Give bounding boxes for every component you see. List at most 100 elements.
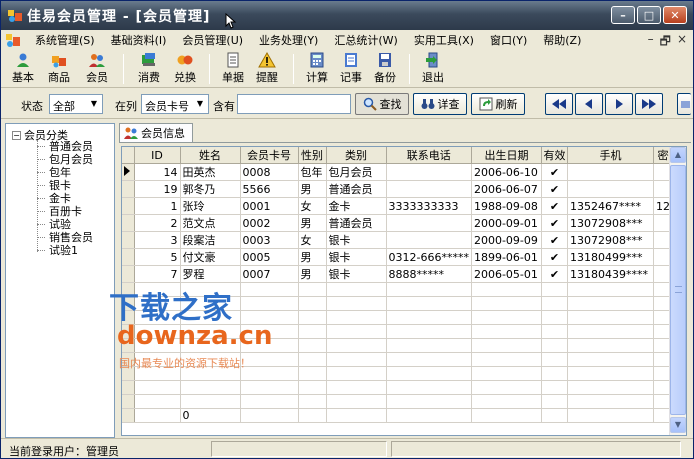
column-header[interactable]: 类别	[326, 147, 387, 164]
table-cell[interactable]	[386, 163, 472, 181]
find-button[interactable]: 查找	[355, 93, 409, 115]
table-cell[interactable]: 男	[298, 214, 327, 232]
next-record-button[interactable]	[605, 93, 633, 115]
search-input[interactable]	[237, 94, 351, 114]
table-cell[interactable]	[386, 180, 472, 198]
menu-business[interactable]: 业务处理(Y)	[251, 32, 326, 48]
table-cell[interactable]: 男	[298, 248, 327, 266]
tree-item[interactable]: 试验1	[37, 242, 78, 258]
table-row[interactable]: 3 段案洁 0003 女银卡 2000-09-09 ✔ 13072908***	[122, 231, 684, 249]
table-row[interactable]: 5 付文豪 0005 男银卡 0312-666***** 1899-06-01 ✔ 13180…	[122, 248, 684, 266]
table-cell[interactable]: 0312-666*****	[386, 248, 472, 266]
table-cell[interactable]: 罗程	[180, 265, 241, 283]
menu-system[interactable]: 系统管理(S)	[27, 32, 103, 48]
table-row[interactable]: 19 郭冬乃 5566 男普通会员 2006-06-07 ✔	[122, 180, 684, 198]
toolbar-notes-button[interactable]: 记事	[333, 52, 369, 86]
table-cell[interactable]: 段案洁	[180, 231, 241, 249]
table-cell[interactable]: 范文点	[180, 214, 241, 232]
table-cell[interactable]: 5566	[240, 180, 299, 198]
row-indicator[interactable]	[122, 265, 135, 283]
table-cell[interactable]: 田英杰	[180, 163, 241, 181]
table-cell[interactable]: 普通会员	[326, 214, 387, 232]
table-cell[interactable]: 13180499***	[567, 248, 654, 266]
table-cell[interactable]: 13180439****	[567, 265, 654, 283]
table-cell[interactable]: 0007	[240, 265, 299, 283]
table-cell[interactable]	[567, 163, 654, 181]
previous-record-button[interactable]	[575, 93, 603, 115]
valid-checkbox[interactable]: ✔	[541, 265, 568, 283]
scroll-down-icon[interactable]: ▼	[670, 417, 686, 433]
table-cell[interactable]: 1352467****	[567, 197, 654, 215]
collapse-toggle[interactable]: −	[12, 130, 21, 140]
toolbar-calculator-button[interactable]: 计算	[299, 52, 335, 86]
last-record-button[interactable]	[635, 93, 663, 115]
table-cell[interactable]: 包年	[298, 163, 327, 181]
table-row[interactable]: 7 罗程 0007 男银卡 8888***** 2006-05-01 ✔ 13180439**…	[122, 265, 684, 283]
column-select[interactable]: 会员卡号 ▼	[141, 94, 209, 114]
table-cell[interactable]: 男	[298, 180, 327, 198]
table-cell[interactable]: 2006-06-07	[471, 180, 542, 198]
menu-window[interactable]: 窗口(Y)	[482, 32, 535, 48]
table-cell[interactable]: 1	[134, 197, 181, 215]
table-cell[interactable]: 包月会员	[326, 163, 387, 181]
table-cell[interactable]: 0002	[240, 214, 299, 232]
row-indicator[interactable]	[122, 163, 135, 181]
table-cell[interactable]: 1988-09-08	[471, 197, 542, 215]
table-cell[interactable]: 2000-09-01	[471, 214, 542, 232]
valid-checkbox[interactable]: ✔	[541, 180, 568, 198]
scroll-up-icon[interactable]: ▲	[670, 147, 686, 163]
row-indicator[interactable]	[122, 248, 135, 266]
toolbar-consume-button[interactable]: 消费	[131, 52, 167, 86]
table-cell[interactable]: 14	[134, 163, 181, 181]
vertical-scrollbar[interactable]: ▲ ▼	[669, 147, 686, 435]
table-row[interactable]: 1 张玲 0001 女金卡 3333333333 1988-09-08 ✔ 1352467**…	[122, 197, 684, 215]
table-cell[interactable]: 8888*****	[386, 265, 472, 283]
valid-checkbox[interactable]: ✔	[541, 248, 568, 266]
table-cell[interactable]: 银卡	[326, 231, 387, 249]
row-indicator[interactable]	[122, 214, 135, 232]
toolbar-backup-button[interactable]: 备份	[367, 52, 403, 86]
table-cell[interactable]: 2	[134, 214, 181, 232]
table-cell[interactable]	[386, 214, 472, 232]
table-cell[interactable]: 女	[298, 197, 327, 215]
first-record-button[interactable]	[545, 93, 573, 115]
maximize-button[interactable]: □	[637, 6, 661, 24]
toolbar-reminder-button[interactable]: 提醒	[249, 52, 285, 86]
column-header[interactable]: 会员卡号	[240, 147, 299, 164]
valid-checkbox[interactable]: ✔	[541, 214, 568, 232]
table-cell[interactable]: 男	[298, 265, 327, 283]
column-header[interactable]: 性别	[298, 147, 327, 164]
column-header[interactable]: 姓名	[180, 147, 241, 164]
mdi-child-icon[interactable]	[5, 32, 21, 48]
tab-member-info[interactable]: 会员信息	[119, 123, 193, 142]
table-cell[interactable]: 13072908***	[567, 214, 654, 232]
menu-statistics[interactable]: 汇总统计(W)	[326, 32, 405, 48]
table-cell[interactable]: 0008	[240, 163, 299, 181]
column-header[interactable]: ID	[134, 147, 181, 164]
valid-checkbox[interactable]: ✔	[541, 163, 568, 181]
menu-basic-data[interactable]: 基础资料(I)	[103, 32, 175, 48]
column-header[interactable]: 出生日期	[471, 147, 542, 164]
table-cell[interactable]: 0005	[240, 248, 299, 266]
toolbar-member-button[interactable]: 会员	[79, 52, 115, 86]
table-cell[interactable]: 付文豪	[180, 248, 241, 266]
detail-search-button[interactable]: 详查	[413, 93, 467, 115]
table-cell[interactable]: 3	[134, 231, 181, 249]
menu-help[interactable]: 帮助(Z)	[535, 32, 589, 48]
table-cell[interactable]: 2006-05-01	[471, 265, 542, 283]
valid-checkbox[interactable]: ✔	[541, 231, 568, 249]
row-indicator[interactable]	[122, 197, 135, 215]
toolbar-exit-button[interactable]: 退出	[415, 52, 451, 86]
table-cell[interactable]: 银卡	[326, 248, 387, 266]
menu-member[interactable]: 会员管理(U)	[174, 32, 251, 48]
table-cell[interactable]: 13072908***	[567, 231, 654, 249]
valid-checkbox[interactable]: ✔	[541, 197, 568, 215]
table-cell[interactable]: 19	[134, 180, 181, 198]
scrollbar-thumb[interactable]	[670, 165, 686, 415]
toolbar-receipt-button[interactable]: 单据	[215, 52, 251, 86]
table-cell[interactable]: 张玲	[180, 197, 241, 215]
table-cell[interactable]: 5	[134, 248, 181, 266]
table-cell[interactable]: 1899-06-01	[471, 248, 542, 266]
column-header[interactable]: 手机	[567, 147, 654, 164]
row-indicator[interactable]	[122, 231, 135, 249]
